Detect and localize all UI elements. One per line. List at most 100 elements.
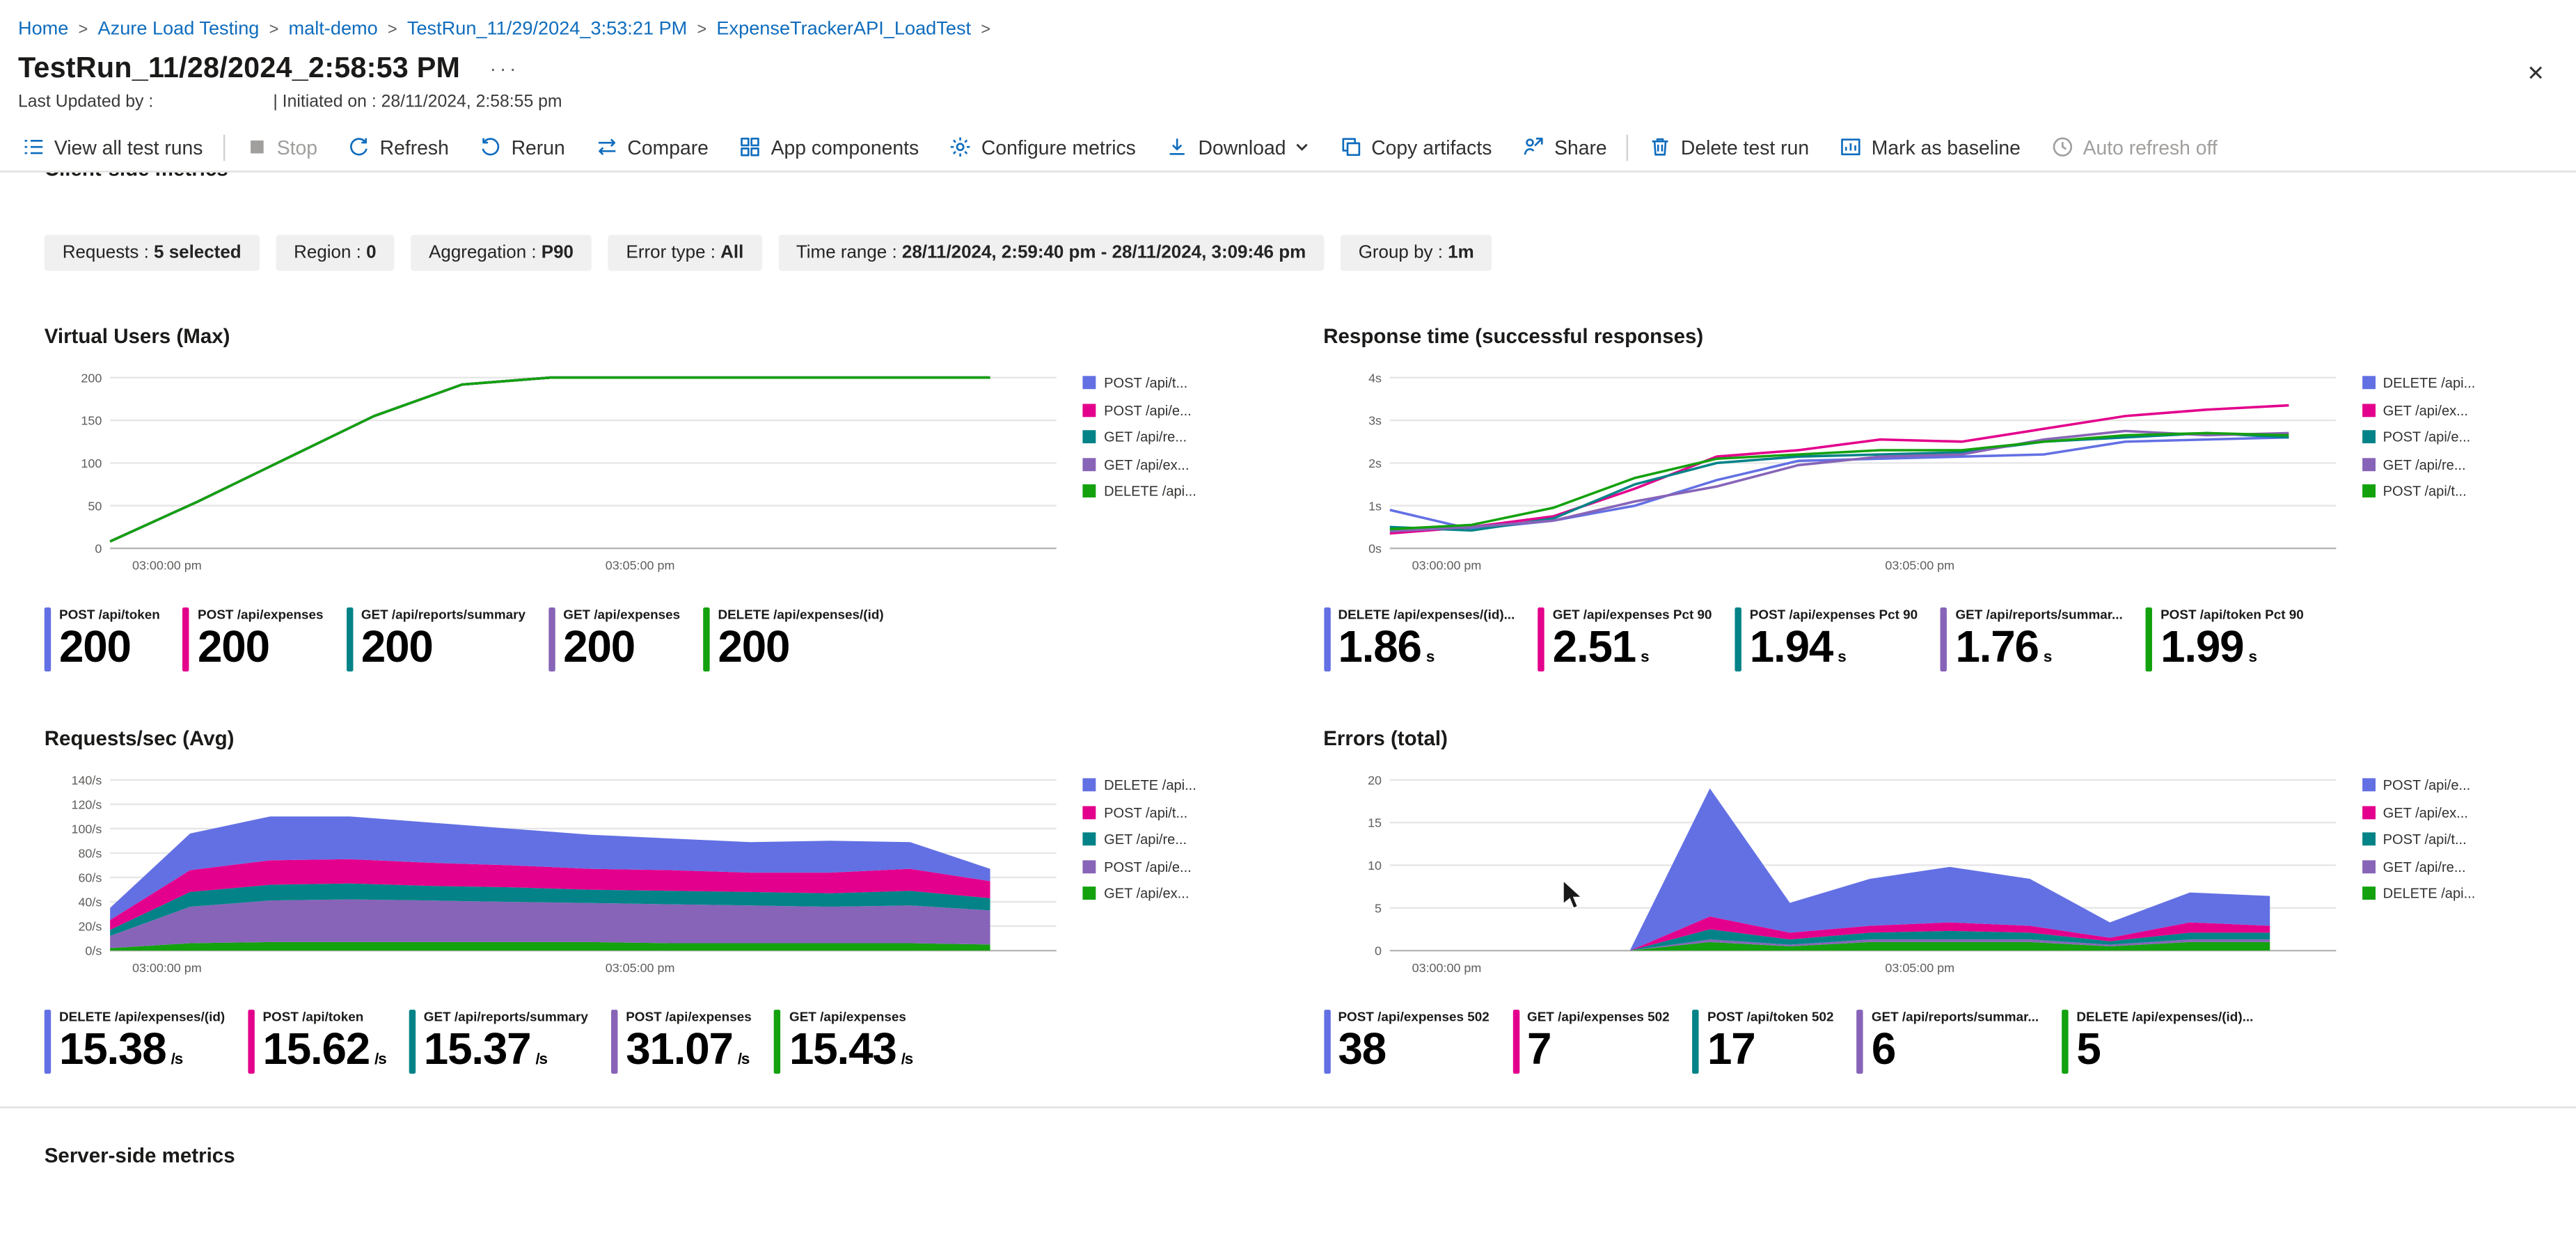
legend-item[interactable]: GET /api/re... [2362, 456, 2556, 472]
stat-value: 200 [198, 622, 324, 671]
legend-item[interactable]: DELETE /api... [1082, 483, 1277, 500]
refresh-button[interactable]: Refresh [332, 134, 464, 159]
stat-card: POST /api/expenses200 [183, 607, 324, 672]
filter-label: Aggregation : [429, 243, 536, 262]
legend-swatch-icon [2362, 887, 2375, 900]
last-updated-label: Last Updated by : [18, 92, 153, 111]
legend-item[interactable]: DELETE /api... [2362, 374, 2556, 391]
legend-item[interactable]: POST /api/e... [2362, 777, 2556, 794]
breadcrumb-link-azure-load-testing[interactable]: Azure Load Testing [98, 19, 260, 39]
stat-value: 5 [2076, 1025, 2253, 1074]
azure-load-testing-test-run-page: Client-side metrics Home > Azure Load Te… [0, 0, 2576, 1233]
legend-item[interactable]: POST /api/e... [2362, 429, 2556, 445]
svg-text:0: 0 [95, 542, 102, 556]
legend-swatch-icon [2362, 430, 2375, 443]
legend-swatch-icon [2362, 376, 2375, 389]
view-all-icon [22, 134, 46, 159]
view-all-test-runs-button[interactable]: View all test runs [6, 134, 217, 159]
stat-unit: s [1838, 649, 1845, 667]
toolbar-item-label: Rerun [512, 136, 565, 159]
legend-label: POST /api/t... [1104, 374, 1187, 391]
chart-panel-errors: Errors (total) 0510152003:00:00 pm03:05:… [1323, 728, 2559, 1074]
filter-aggregation[interactable]: Aggregation : P90 [411, 234, 592, 271]
svg-text:200: 200 [81, 371, 102, 385]
stat-unit: s [2044, 649, 2051, 667]
legend-item[interactable]: POST /api/t... [2362, 483, 2556, 500]
legend-item[interactable]: POST /api/e... [1082, 858, 1277, 875]
legend-item[interactable]: GET /api/ex... [1082, 456, 1277, 472]
filter-region[interactable]: Region : 0 [276, 234, 394, 271]
app-components-button[interactable]: App components [723, 134, 933, 159]
legend-item[interactable]: DELETE /api... [2362, 885, 2556, 902]
filter-error-type[interactable]: Error type : All [608, 234, 762, 271]
toolbar-item-label: Download [1199, 136, 1286, 159]
legend-swatch-icon [1082, 806, 1096, 819]
breadcrumb-link-testrun[interactable]: TestRun_11/29/2024_3:53:21 PM [407, 19, 687, 39]
more-options-button[interactable]: ··· [490, 56, 519, 79]
auto-refresh-toggle[interactable]: Auto refresh off [2035, 134, 2232, 159]
breadcrumb-link-malt-demo[interactable]: malt-demo [289, 19, 378, 39]
legend-item[interactable]: GET /api/ex... [1082, 885, 1277, 902]
stat-unit: s [1426, 649, 1434, 667]
delete-test-run-button[interactable]: Delete test run [1633, 134, 1824, 159]
download-button[interactable]: Download [1151, 134, 1324, 159]
stat-card: POST /api/token 50217 [1693, 1010, 1834, 1075]
stat-card: POST /api/expenses 50238 [1323, 1010, 1490, 1075]
legend-item[interactable]: POST /api/t... [1082, 374, 1277, 391]
title-row: TestRun_11/28/2024_2:58:53 PM ··· [0, 40, 2576, 86]
configure-metrics-button[interactable]: Configure metrics [933, 134, 1151, 159]
stat-color-bar [409, 1010, 416, 1075]
legend-item[interactable]: DELETE /api... [1082, 777, 1277, 794]
legend-label: GET /api/re... [1104, 429, 1187, 445]
filter-group-by[interactable]: Group by : 1m [1341, 234, 1492, 271]
stat-label: GET /api/expenses 502 [1527, 1010, 1670, 1025]
toolbar: View all test runs Stop Refresh Rerun Co… [0, 123, 2576, 173]
legend-swatch-icon [1082, 484, 1096, 498]
requests-per-sec-chart[interactable]: 0/s20/s40/s60/s80/s100/s120/s140/s03:00:… [45, 770, 1066, 987]
stat-color-bar [775, 1010, 781, 1075]
legend-item[interactable]: POST /api/e... [1082, 401, 1277, 418]
breadcrumb-link-loadtest[interactable]: ExpenseTrackerAPI_LoadTest [716, 19, 971, 39]
legend-label: GET /api/re... [2383, 456, 2466, 472]
legend-item[interactable]: GET /api/ex... [2362, 401, 2556, 418]
virtual-users-chart[interactable]: 05010015020003:00:00 pm03:05:00 pm [45, 368, 1066, 584]
legend-label: POST /api/e... [2383, 777, 2471, 794]
breadcrumb-link-home[interactable]: Home [18, 19, 68, 39]
legend-swatch-icon [2362, 457, 2375, 470]
stat-label: GET /api/reports/summary [424, 1010, 588, 1025]
stat-color-bar [548, 607, 555, 672]
response-time-chart[interactable]: 0s1s2s3s4s03:00:00 pm03:05:00 pm [1323, 368, 2345, 584]
svg-text:150: 150 [81, 414, 102, 428]
legend-item[interactable]: POST /api/t... [1082, 804, 1277, 821]
filter-time-range[interactable]: Time range : 28/11/2024, 2:59:40 pm - 28… [778, 234, 1324, 271]
legend-item[interactable]: GET /api/ex... [2362, 804, 2556, 821]
legend-item[interactable]: GET /api/re... [1082, 429, 1277, 445]
stat-label: GET /api/reports/summar... [1955, 607, 2122, 622]
stop-button[interactable]: Stop [229, 134, 332, 159]
legend-item[interactable]: POST /api/t... [2362, 831, 2556, 848]
compare-button[interactable]: Compare [580, 134, 723, 159]
stat-value: 200 [563, 622, 680, 671]
legend-label: POST /api/t... [2383, 483, 2467, 500]
stat-label: POST /api/token Pct 90 [2160, 607, 2304, 622]
toolbar-item-label: Delete test run [1681, 136, 1809, 159]
copy-artifacts-button[interactable]: Copy artifacts [1324, 134, 1507, 159]
legend-item[interactable]: GET /api/re... [1082, 831, 1277, 848]
errors-chart[interactable]: 0510152003:00:00 pm03:05:00 pm [1323, 770, 2345, 987]
stat-value: 7 [1527, 1025, 1670, 1074]
legend-label: GET /api/ex... [2383, 804, 2468, 821]
chart-panel-requests-per-sec: Requests/sec (Avg) 0/s20/s40/s60/s80/s10… [45, 728, 1281, 1074]
share-button[interactable]: Share [1507, 134, 1622, 159]
stat-card: GET /api/reports/summar...6 [1857, 1010, 2039, 1075]
rerun-button[interactable]: Rerun [464, 134, 580, 159]
legend-label: DELETE /api... [1104, 483, 1196, 500]
mark-as-baseline-button[interactable]: Mark as baseline [1824, 134, 2035, 159]
charts-grid: Virtual Users (Max) 05010015020003:00:00… [45, 325, 2560, 1074]
close-button[interactable]: ✕ [2517, 59, 2554, 88]
stat-value: 15.62/s [262, 1025, 386, 1074]
filter-requests[interactable]: Requests : 5 selected [45, 234, 260, 271]
stat-color-bar [45, 1010, 51, 1075]
stat-label: DELETE /api/expenses/(id)... [1338, 607, 1515, 622]
legend-item[interactable]: GET /api/re... [2362, 858, 2556, 875]
stat-card: POST /api/token Pct 901.99s [2146, 607, 2304, 672]
